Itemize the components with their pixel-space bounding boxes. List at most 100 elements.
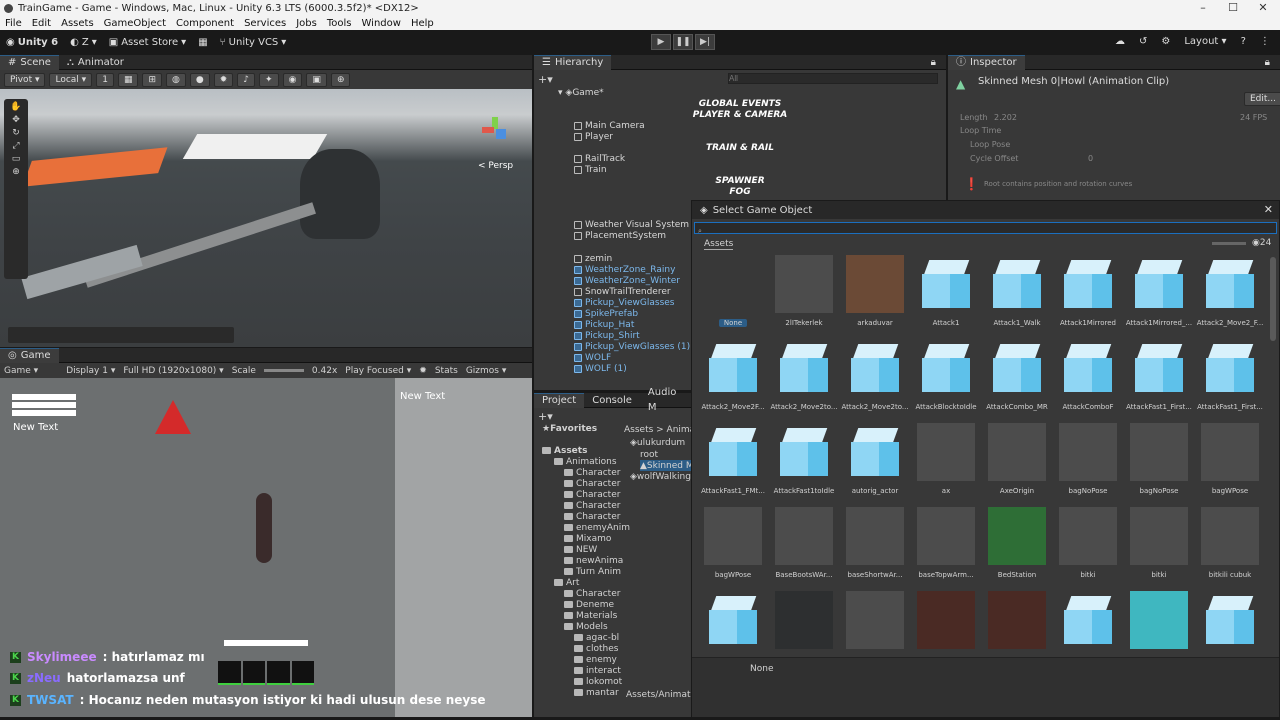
tab-inspector[interactable]: ⓘ Inspector	[948, 54, 1025, 70]
asset-item[interactable]: AttackCombo_MR	[982, 339, 1052, 421]
asset-item[interactable]: AttackFast1_First...	[1124, 339, 1194, 421]
hierarchy-row[interactable]: Pickup_ViewGlasses	[574, 297, 674, 308]
snap-value[interactable]: 1	[96, 72, 114, 87]
hierarchy-row[interactable]: TRAIN & RAIL	[534, 142, 946, 153]
asset-item[interactable]: baseTopwArm...	[911, 507, 981, 589]
pause-button[interactable]: ❚❚	[673, 34, 693, 50]
tree-row[interactable]: Deneme	[564, 599, 614, 610]
asset-item[interactable]: BedStation	[982, 507, 1052, 589]
tree-row[interactable]: lokomot	[574, 676, 622, 687]
tree-row[interactable]: clothes	[574, 643, 618, 654]
hierarchy-row[interactable]: Pickup_Hat	[574, 319, 634, 330]
hierarchy-search-input[interactable]	[728, 73, 938, 84]
globe-icon[interactable]: ◍	[166, 72, 186, 87]
hierarchy-row[interactable]: PLAYER & CAMERA	[534, 109, 946, 120]
menu-services[interactable]: Services	[239, 18, 291, 29]
play-focus-dropdown[interactable]: Play Focused ▾	[345, 366, 411, 376]
tree-row[interactable]: Character	[564, 511, 620, 522]
tree-row[interactable]: Art	[554, 577, 579, 588]
hierarchy-row[interactable]: PlacementSystem	[574, 230, 666, 241]
tree-row[interactable]: NEW	[564, 544, 597, 555]
hierarchy-row[interactable]: Pickup_ViewGlasses (1)	[574, 341, 690, 352]
asset-item[interactable]: Attack1Mirrored_...	[1124, 255, 1194, 337]
account-button[interactable]: ◉ Unity 6	[0, 37, 64, 48]
asset-item[interactable]: Attack2_Move2_F...	[1195, 255, 1265, 337]
cloud-icon[interactable]: ☁	[1115, 36, 1125, 47]
tree-row[interactable]: Character	[564, 500, 620, 511]
pivot-dropdown[interactable]: Pivot ▾	[4, 72, 46, 87]
hand-tool-icon[interactable]: ✋	[10, 102, 21, 112]
user-button[interactable]: ◐ Z ▾	[64, 37, 103, 48]
menu-jobs[interactable]: Jobs	[291, 18, 322, 29]
camera-icon[interactable]: ▣	[306, 72, 327, 87]
menu-help[interactable]: Help	[406, 18, 439, 29]
tree-row[interactable]: mantar	[574, 687, 619, 698]
scene-root[interactable]: ▾ ◈ Game*	[558, 87, 604, 98]
more-icon[interactable]: ⋮	[1260, 36, 1270, 47]
asset-item[interactable]: ax	[911, 423, 981, 505]
tab-console[interactable]: Console	[584, 393, 640, 408]
asset-item[interactable]: bagNoPose	[1124, 423, 1194, 505]
orientation-gizmo[interactable]	[482, 117, 508, 143]
tree-row[interactable]: newAnima	[564, 555, 623, 566]
tab-assets[interactable]: Assets	[704, 239, 734, 250]
hierarchy-row[interactable]: Weather Visual System	[574, 219, 689, 230]
tree-row[interactable]: Turn Anim	[564, 566, 621, 577]
tree-row[interactable]: Character	[564, 467, 620, 478]
lighting-icon[interactable]: ✹	[213, 72, 234, 87]
asset-item[interactable]: baseShortwAr...	[840, 507, 910, 589]
persp-label[interactable]: < Persp	[478, 161, 513, 171]
fx-icon[interactable]: ✦	[259, 72, 279, 87]
tab-project[interactable]: Project	[534, 392, 585, 408]
vcs-button[interactable]: ⑂ Unity VCS ▾	[214, 37, 293, 48]
asset-item[interactable]: None	[698, 255, 768, 337]
hierarchy-row[interactable]: SPAWNER	[534, 175, 946, 186]
hierarchy-row[interactable]: GLOBAL EVENTS	[534, 98, 946, 109]
asset-item[interactable]: bitkili cubuk	[1195, 507, 1265, 589]
menu-window[interactable]: Window	[357, 18, 406, 29]
transform-tool-icon[interactable]: ⊕	[12, 167, 20, 177]
hierarchy-row[interactable]: zemin	[574, 253, 612, 264]
scene-viewport[interactable]: < Persp ✋ ✥ ↻ ⤢ ▭ ⊕	[0, 89, 532, 347]
tree-row[interactable]: enemy	[574, 654, 617, 665]
add-icon[interactable]: +▾	[538, 73, 553, 86]
asset-item[interactable]: bagNoPose	[1053, 423, 1123, 505]
rect-tool-icon[interactable]: ▭	[12, 154, 21, 164]
scale-tool-icon[interactable]: ⤢	[12, 141, 19, 151]
tree-row[interactable]: Mixamo	[564, 533, 611, 544]
tree-row[interactable]: enemyAnim	[564, 522, 630, 533]
layout-dropdown[interactable]: Layout ▾	[1184, 36, 1226, 47]
local-dropdown[interactable]: Local ▾	[49, 72, 93, 87]
asset-item[interactable]: 2lITekerlek	[769, 255, 839, 337]
hierarchy-row[interactable]: FOG	[534, 186, 946, 197]
file-row[interactable]: root	[640, 449, 658, 460]
tab-scene[interactable]: # Scene	[0, 54, 59, 70]
play-button[interactable]: ▶	[651, 34, 671, 50]
lock-icon[interactable]: 🔒︎	[1265, 57, 1270, 68]
hierarchy-row[interactable]: Main Camera	[574, 120, 645, 131]
tab-hierarchy[interactable]: ☰ Hierarchy	[534, 54, 612, 70]
asset-item[interactable]: Attack1	[911, 255, 981, 337]
hierarchy-row[interactable]: WOLF (1)	[574, 363, 627, 374]
tree-row[interactable]: Character	[564, 478, 620, 489]
lock-icon[interactable]: 🔒︎	[931, 57, 936, 68]
asset-item[interactable]: bitki	[1124, 507, 1194, 589]
overlay-toolbar[interactable]	[8, 327, 234, 343]
grid-icon[interactable]: ▦	[117, 72, 139, 87]
asset-item[interactable]: Attack1_Walk	[982, 255, 1052, 337]
tab-audio[interactable]: Audio M	[640, 387, 692, 413]
dialog-search-input[interactable]: ⌕	[694, 222, 1277, 235]
stats-button[interactable]: Stats	[435, 366, 458, 376]
asset-item[interactable]: Attack1Mirrored	[1053, 255, 1123, 337]
file-row[interactable]: ◈ wolfWalking	[630, 471, 691, 482]
close-icon[interactable]: ✕	[1264, 203, 1273, 216]
game-mode-dropdown[interactable]: Game ▾	[4, 366, 38, 376]
minimize-icon[interactable]: –	[1188, 0, 1218, 16]
asset-item[interactable]: bagWPose	[698, 507, 768, 589]
hierarchy-row[interactable]: WeatherZone_Rainy	[574, 264, 675, 275]
settings-icon[interactable]: ⚙	[1161, 36, 1170, 47]
history-icon[interactable]: ↺	[1139, 36, 1147, 47]
mute-icon[interactable]: ✹	[419, 366, 427, 376]
visibility-icon[interactable]: ◉	[282, 72, 303, 87]
gizmo-icon[interactable]: ⊕	[330, 72, 351, 87]
